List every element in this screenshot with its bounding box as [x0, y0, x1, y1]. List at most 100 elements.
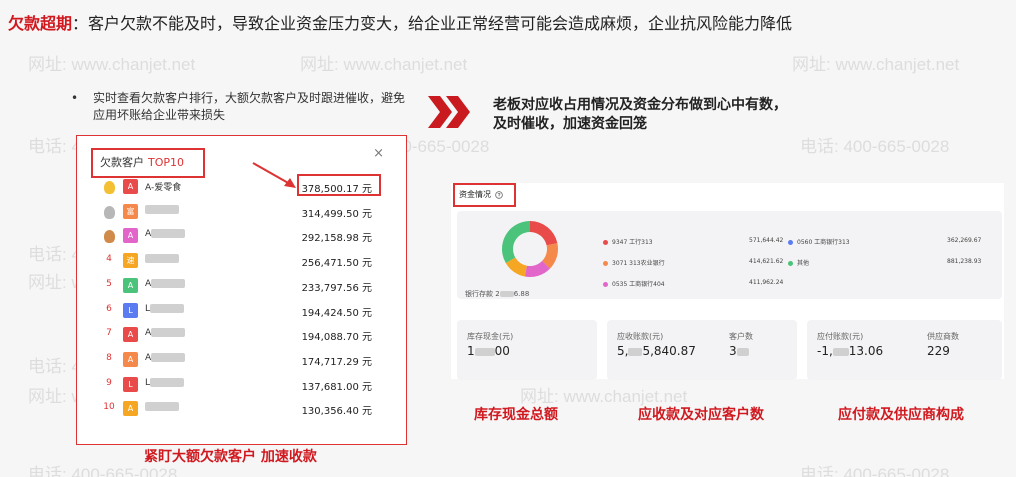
supplier-count-label: 供应商数	[927, 332, 959, 341]
masked-name	[145, 204, 179, 214]
bullet-dot: •	[71, 91, 79, 105]
table-row[interactable]: 9 L L 137,681.00 元	[77, 374, 408, 398]
panel-title[interactable]: 欠款客户 TOP10	[91, 148, 205, 178]
avatar: 富	[123, 203, 138, 219]
medal-icon	[104, 205, 115, 219]
watermark: 网址: www.chanjet.net	[300, 55, 468, 74]
stock-cash-label: 库存现金(元)	[467, 332, 514, 341]
legend-dot	[603, 261, 608, 266]
legend-item: 3071 313农业银行	[603, 258, 665, 267]
customer-name: L	[145, 303, 185, 314]
masked-name	[145, 402, 179, 412]
payable-value-start: -1,	[817, 344, 833, 358]
customer-count-label: 客户数	[729, 332, 753, 341]
avatar: L	[123, 376, 138, 392]
caption-payable: 应付款及供应商构成	[838, 407, 964, 423]
amount: 194,088.70 元	[301, 332, 372, 344]
close-icon[interactable]: ×	[373, 146, 384, 161]
masked-name	[150, 303, 185, 313]
rank-number: 9	[106, 377, 112, 388]
bank-deposit-label-text: 银行存款	[465, 290, 493, 298]
legend-label: 0535 工商银行404	[612, 281, 665, 288]
legend-label: 0560 工商银行313	[797, 239, 850, 246]
amount: 174,717.29 元	[301, 356, 372, 368]
legend-item: 9347 工行313	[603, 237, 653, 246]
legend-label: 9347 工行313	[612, 239, 653, 246]
receivable-label: 应收账款(元)	[617, 332, 664, 341]
masked-value	[499, 291, 514, 297]
amount-highlight-box	[297, 174, 381, 196]
watermark: 网址: www.chanjet.net	[28, 55, 196, 74]
caption-receivable: 应收款及对应客户数	[638, 407, 764, 423]
legend-label: 3071 313农业银行	[612, 260, 665, 267]
legend-dot	[788, 240, 793, 245]
rank-number: 5	[106, 278, 112, 289]
legend-item: 其他	[788, 258, 809, 267]
table-row[interactable]: A A 292,158.98 元	[77, 225, 408, 249]
table-row[interactable]: 5 A A 233,797.56 元	[77, 275, 408, 299]
rank-number: 10	[103, 402, 115, 413]
callout-line-1: 老板对应收占用情况及资金分布做到心中有数，	[493, 97, 787, 113]
receivable-value-end: 5,840.87	[642, 344, 696, 358]
panel-title-text: 欠款客户	[100, 156, 144, 169]
receivable-value: 5, 5,840.87	[617, 344, 696, 358]
masked-name	[151, 278, 186, 288]
receivable-box: 应收账款(元) 5, 5,840.87 客户数 3	[607, 320, 797, 380]
avatar: A	[123, 327, 138, 343]
masked-name	[150, 377, 185, 387]
customer-name: A	[145, 229, 186, 239]
debt-top10-panel: 欠款客户 TOP10 × A A-爱零食 378,500.17 元富 314,499.5…	[76, 135, 407, 445]
table-row[interactable]: 6 L L 194,424.50 元	[77, 300, 408, 324]
avatar: A	[123, 277, 138, 293]
table-row[interactable]: 8 A A 174,717.29 元	[77, 349, 408, 373]
pointer-arrow-icon	[252, 162, 296, 188]
caption-stock: 库存现金总额	[474, 407, 558, 423]
watermark: 电话: 400-665-0028	[800, 465, 950, 477]
watermark: 网址: www.chanjet.net	[792, 55, 960, 74]
customer-name	[145, 254, 179, 264]
bullet-text: 实时查看欠款客户排行，大额欠款客户及时跟进催收，避免应用坏账给企业带来损失	[93, 91, 406, 122]
bank-deposit-card: 银行存款 2 6.88 9347 工行313 571,644.42 3071 313农…	[457, 211, 1002, 299]
amount: 256,471.50 元	[301, 258, 372, 270]
avatar: L	[123, 302, 138, 318]
amount: 137,681.00 元	[301, 381, 372, 393]
customer-name: A	[145, 352, 186, 363]
stock-cash-value-end: 00	[494, 344, 510, 358]
table-row[interactable]: 10 A 130,356.40 元	[77, 398, 408, 422]
legend-dot	[603, 282, 608, 287]
customer-name: A-爱零食	[145, 180, 181, 193]
amount: 292,158.98 元	[301, 233, 372, 245]
fund-title[interactable]: 资金情况	[453, 183, 516, 207]
callout-line-2: 及时催收，加速资金回笼	[493, 116, 647, 132]
customer-count-value: 3	[729, 344, 749, 358]
headline-separator: ：	[72, 14, 89, 33]
panel-title-tag: TOP10	[148, 156, 185, 169]
avatar: 速	[123, 253, 138, 269]
headline-key: 欠款超期	[8, 14, 73, 33]
amount: 130,356.40 元	[301, 406, 372, 418]
legend-value: 571,644.42	[749, 237, 784, 244]
rank-number: 6	[106, 303, 112, 314]
rank-number: 7	[106, 328, 112, 339]
donut-slice	[502, 221, 530, 264]
legend-value: 411,962.24	[749, 279, 784, 286]
bank-deposit-value-end: 6.88	[513, 290, 530, 298]
masked-value	[736, 347, 749, 356]
panel-caption: 紧盯大额欠款客户 加速收款	[144, 449, 317, 465]
table-row[interactable]: 7 A A 194,088.70 元	[77, 324, 408, 348]
avatar: A	[123, 228, 138, 244]
donut-slice	[530, 221, 558, 246]
customer-name: A	[145, 328, 186, 338]
amount: 314,499.50 元	[301, 208, 372, 220]
rank-number: 8	[106, 352, 112, 363]
table-row[interactable]: 富 314,499.50 元	[77, 201, 408, 225]
table-row[interactable]: 4 速 256,471.50 元	[77, 250, 408, 274]
question-circle-icon[interactable]	[494, 190, 503, 199]
supplier-count-value: 229	[927, 344, 950, 358]
headline: 欠款超期：客户欠款不能及时，导致企业资金压力变大，给企业正常经营可能会造成麻烦，…	[8, 10, 792, 34]
customer-name-text: A-爱零食	[145, 183, 182, 193]
legend-item: 0560 工商银行313	[788, 237, 850, 246]
fund-title-text: 资金情况	[459, 190, 491, 199]
customer-name	[145, 204, 179, 215]
masked-name	[151, 229, 186, 239]
